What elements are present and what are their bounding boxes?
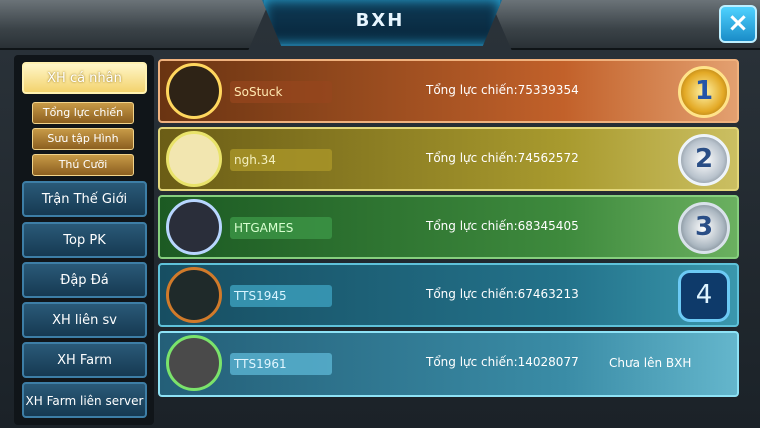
rank-row[interactable]: SoStuck Tổng lực chiến:75339354 1 xyxy=(158,59,739,123)
player-name: HTGAMES xyxy=(230,217,332,239)
player-avatar xyxy=(166,131,222,187)
player-avatar xyxy=(166,63,222,119)
player-avatar xyxy=(166,267,222,323)
rank-row[interactable]: TTS1945 Tổng lực chiến:67463213 4 xyxy=(158,263,739,327)
rank-medal-silver-icon: 2 xyxy=(678,134,730,186)
player-name: SoStuck xyxy=(230,81,332,103)
close-button[interactable]: × xyxy=(719,5,757,43)
player-avatar xyxy=(166,199,222,255)
subtab-suu-tap-hinh[interactable]: Sưu tập Hình xyxy=(32,128,134,150)
rank-medal-bronze-icon: 3 xyxy=(678,202,730,254)
player-power: Tổng lực chiến:74562572 xyxy=(426,151,579,165)
player-power: Tổng lực chiến:75339354 xyxy=(426,83,579,97)
page-title: BXH xyxy=(355,10,405,31)
tab-top-pk[interactable]: Top PK xyxy=(22,222,147,258)
player-name: TTS1945 xyxy=(230,285,332,307)
rank-hexagon-icon: 4 xyxy=(678,270,730,322)
player-power: Tổng lực chiến:68345405 xyxy=(426,219,579,233)
subtab-thu-cuoi[interactable]: Thú Cưỡi xyxy=(32,154,134,176)
rank-row[interactable]: ngh.34 Tổng lực chiến:74562572 2 xyxy=(158,127,739,191)
tab-xh-ca-nhan[interactable]: XH cá nhân xyxy=(22,62,147,94)
rank-medal-gold-icon: 1 xyxy=(678,66,730,118)
subtab-tong-luc-chien[interactable]: Tổng lực chiến xyxy=(32,102,134,124)
header-metal-left xyxy=(0,0,270,50)
player-power: Tổng lực chiến:67463213 xyxy=(426,287,579,301)
player-name: ngh.34 xyxy=(230,149,332,171)
own-rank-row[interactable]: TTS1961 Tổng lực chiến:14028077 Chưa lên… xyxy=(158,331,739,397)
game-frame: BXH × XH cá nhân Tổng lực chiến Sưu tập … xyxy=(0,0,760,428)
tab-tran-the-gioi[interactable]: Trận Thế Giới xyxy=(22,181,147,217)
player-avatar xyxy=(166,335,222,391)
player-name: TTS1961 xyxy=(230,353,332,375)
tab-xh-farm-lien-server[interactable]: XH Farm liên server xyxy=(22,382,147,418)
player-power: Tổng lực chiến:14028077 xyxy=(426,355,579,369)
tab-xh-lien-sv[interactable]: XH liên sv xyxy=(22,302,147,338)
rank-row[interactable]: HTGAMES Tổng lực chiến:68345405 3 xyxy=(158,195,739,259)
rank-status: Chưa lên BXH xyxy=(609,356,692,370)
tab-xh-farm[interactable]: XH Farm xyxy=(22,342,147,378)
tab-dap-da[interactable]: Đập Đá xyxy=(22,262,147,298)
